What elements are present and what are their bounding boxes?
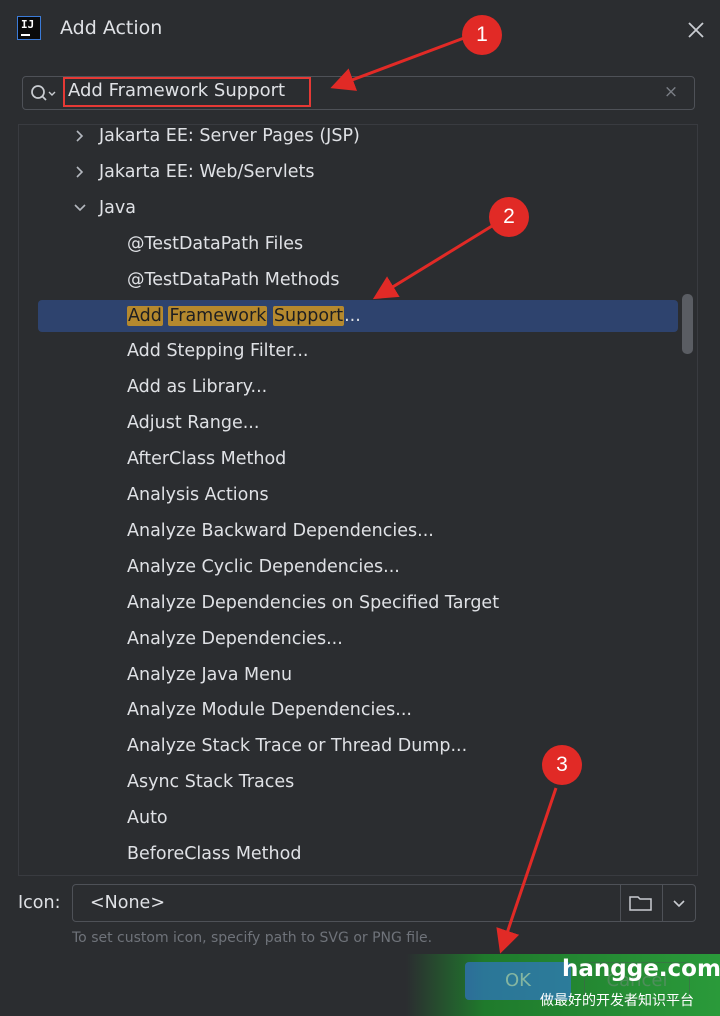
tree-item[interactable]: Analyze Java Menu xyxy=(19,659,679,691)
tree-item-label: Analyze Dependencies... xyxy=(127,628,343,649)
icon-path-value[interactable]: <None> xyxy=(90,893,165,913)
tree-item[interactable]: Analyze Backward Dependencies... xyxy=(19,515,679,547)
tree-item-label: @TestDataPath Methods xyxy=(127,269,340,290)
tree-item-label: Auto xyxy=(127,808,168,829)
tree-item-label: Adjust Range... xyxy=(127,413,260,434)
clear-search-icon[interactable]: × xyxy=(662,83,680,101)
chevron-right-icon[interactable] xyxy=(73,124,87,152)
tree-item[interactable]: Analyze Cyclic Dependencies... xyxy=(19,551,679,583)
chevron-down-icon[interactable] xyxy=(73,192,87,224)
tree-item-label: @TestDataPath Files xyxy=(127,233,304,254)
tree-item-label: Async Stack Traces xyxy=(127,772,295,793)
icon-path-field[interactable] xyxy=(72,884,696,922)
action-tree[interactable]: Jakarta EE: Server Pages (JSP) Jakarta EE… xyxy=(18,124,698,876)
annotation-highlight-box xyxy=(63,77,311,107)
tree-item[interactable]: Analyze Dependencies... xyxy=(19,623,679,655)
dialog-title: Add Action xyxy=(60,17,163,39)
close-icon[interactable] xyxy=(684,18,708,42)
chevron-down-icon[interactable] xyxy=(670,896,688,910)
tree-item-selected[interactable]: Add Framework Support... xyxy=(38,299,678,332)
tree-scrollbar[interactable] xyxy=(682,294,693,354)
tree-item[interactable]: Analyze Module Dependencies... xyxy=(19,694,679,726)
field-divider xyxy=(620,885,621,921)
tree-item[interactable]: Jakarta EE: Web/Servlets xyxy=(19,156,679,188)
annotation-badge: 1 xyxy=(462,15,502,55)
chevron-right-icon[interactable] xyxy=(73,156,87,188)
search-match-highlight: Add xyxy=(127,305,163,326)
tree-item-label: Add Framework Support... xyxy=(127,300,361,332)
tree-item[interactable]: AfterClass Method xyxy=(19,443,679,475)
tree-item[interactable]: @TestDataPath Methods xyxy=(19,264,679,296)
tree-item-label: Add Stepping Filter... xyxy=(127,341,309,362)
tree-item-label: Add as Library... xyxy=(127,377,268,398)
tree-item[interactable]: Analyze Dependencies on Specified Target xyxy=(19,587,679,619)
icon-label: Icon: xyxy=(18,893,61,913)
watermark-subtitle: 做最好的开发者知识平台 xyxy=(540,993,694,1009)
tree-item-label: Analyze Module Dependencies... xyxy=(127,700,412,721)
tree-item-label: Analyze Backward Dependencies... xyxy=(127,520,434,541)
tree-item-label: Analyze Cyclic Dependencies... xyxy=(127,556,400,577)
tree-item-label: Java xyxy=(99,197,136,218)
tree-item-label: Analyze Dependencies on Specified Target xyxy=(127,592,500,613)
tree-item-label: Analysis Actions xyxy=(127,485,269,505)
tree-item[interactable]: Auto xyxy=(19,802,679,834)
annotation-badge: 3 xyxy=(542,745,582,785)
tree-item[interactable]: Add Stepping Filter... xyxy=(19,335,679,367)
search-match-highlight: Support xyxy=(272,305,345,326)
folder-icon[interactable] xyxy=(628,893,654,913)
tree-item[interactable]: Add as Library... xyxy=(19,371,679,403)
search-icon[interactable] xyxy=(30,84,56,104)
tree-item[interactable]: Java xyxy=(19,192,679,224)
tree-item[interactable]: Jakarta EE: Server Pages (JSP) xyxy=(19,124,679,152)
annotation-badge: 2 xyxy=(489,197,529,237)
tree-item[interactable]: @TestDataPath Files xyxy=(19,228,679,260)
tree-item-label: BeforeClass Method xyxy=(127,844,302,864)
app-logo-icon: IJ xyxy=(17,16,41,40)
tree-item[interactable]: Adjust Range... xyxy=(19,407,679,439)
tree-item-label: Jakarta EE: Web/Servlets xyxy=(99,161,315,182)
tree-item-label: AfterClass Method xyxy=(127,449,287,470)
tree-item[interactable]: BeforeClass Method xyxy=(19,838,679,870)
tree-item-label: Jakarta EE: Server Pages (JSP) xyxy=(99,126,360,146)
label-text: ... xyxy=(344,305,361,326)
tree-item[interactable]: Analysis Actions xyxy=(19,479,679,511)
watermark-title: hangge.com xyxy=(562,956,720,982)
field-divider xyxy=(662,885,663,921)
tree-item-label: Analyze Java Menu xyxy=(127,664,293,685)
icon-hint-text: To set custom icon, specify path to SVG … xyxy=(72,930,433,946)
tree-item-label: Analyze Stack Trace or Thread Dump... xyxy=(127,736,468,757)
search-match-highlight: Framework xyxy=(168,305,268,326)
